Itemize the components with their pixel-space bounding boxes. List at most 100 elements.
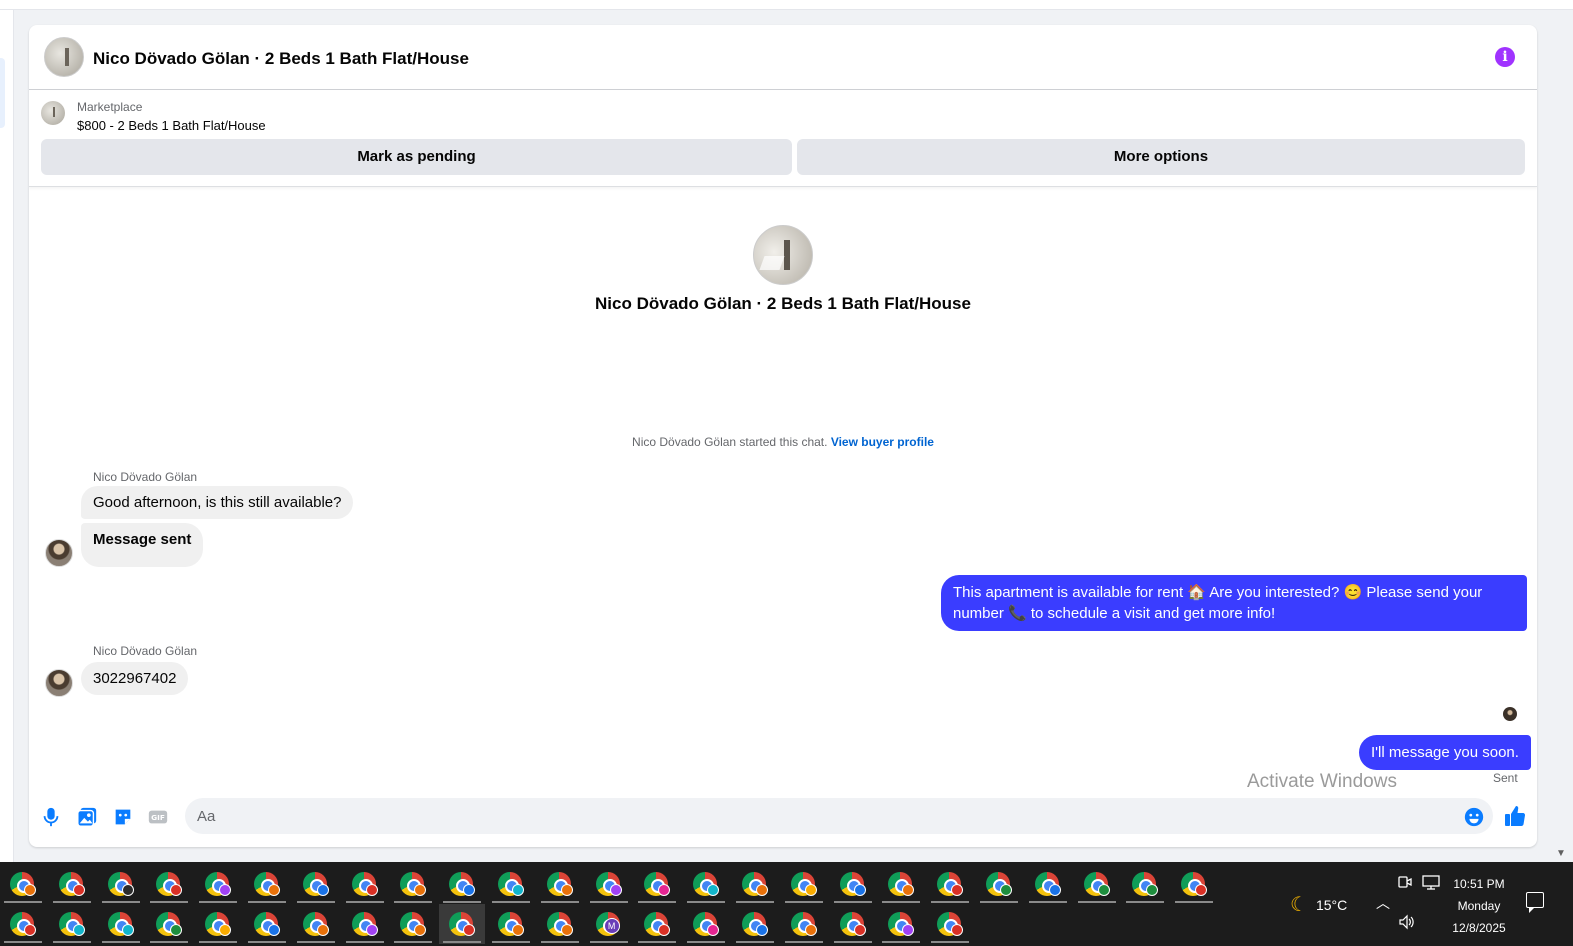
taskbar-chrome-window[interactable]: [634, 864, 680, 904]
running-indicator: [296, 901, 335, 903]
outgoing-message-bubble[interactable]: This apartment is available for rent 🏠 A…: [941, 575, 1527, 631]
incoming-message-bubble[interactable]: Good afternoon, is this still available?: [81, 486, 354, 519]
running-indicator: [882, 941, 921, 943]
taskbar-chrome-window[interactable]: [390, 904, 436, 944]
taskbar-chrome-window[interactable]: [49, 864, 95, 904]
profile-badge-icon: [853, 884, 866, 896]
taskbar-chrome-window[interactable]: [634, 904, 680, 944]
svg-text:GIF: GIF: [151, 813, 165, 822]
taskbar-chrome-window[interactable]: [98, 904, 144, 944]
taskbar-chrome-window[interactable]: [537, 904, 583, 944]
scroll-down-arrow[interactable]: ▼: [1556, 848, 1566, 859]
chat-title[interactable]: Nico Dövado Gölan · 2 Beds 1 Bath Flat/H…: [93, 49, 469, 69]
running-indicator: [443, 901, 482, 903]
running-indicator: [101, 901, 140, 903]
chevron-up-icon[interactable]: ︿: [1376, 893, 1390, 913]
listing-price-title[interactable]: $800 - 2 Beds 1 Bath Flat/House: [77, 118, 266, 133]
taskbar-chrome-window[interactable]: [683, 864, 729, 904]
taskbar-chrome-window[interactable]: [244, 864, 290, 904]
sticker-icon[interactable]: [112, 806, 134, 828]
taskbar-chrome-window[interactable]: [878, 864, 924, 904]
taskbar-chrome-window[interactable]: M: [586, 904, 632, 944]
profile-badge-icon: [72, 924, 85, 936]
info-icon[interactable]: i: [1495, 47, 1515, 67]
taskbar-chrome-window[interactable]: [732, 864, 778, 904]
taskbar-chrome-window[interactable]: [342, 904, 388, 944]
gif-icon[interactable]: GIF: [147, 806, 169, 828]
profile-badge-icon: [756, 924, 768, 936]
volume-icon[interactable]: [1398, 914, 1416, 930]
taskbar-chrome-window[interactable]: [1122, 864, 1168, 904]
running-indicator: [1175, 901, 1214, 903]
taskbar-chrome-window[interactable]: [293, 864, 339, 904]
taskbar-chrome-window[interactable]: [586, 864, 632, 904]
sender-avatar[interactable]: [45, 539, 73, 567]
taskbar-chrome-window[interactable]: [488, 904, 534, 944]
taskbar-chrome-window[interactable]: [830, 864, 876, 904]
notification-icon[interactable]: [1526, 892, 1544, 913]
taskbar-chrome-window[interactable]: [488, 864, 534, 904]
taskbar-chrome-window[interactable]: [878, 904, 924, 944]
meet-now-icon[interactable]: [1398, 874, 1412, 890]
message-input[interactable]: [185, 798, 1493, 834]
weather-widget[interactable]: ☾ 15°C: [1290, 892, 1347, 917]
taskbar-chrome-window[interactable]: [0, 864, 46, 904]
listing-thumbnail[interactable]: [41, 101, 65, 125]
profile-badge-icon: [512, 924, 524, 936]
sender-avatar[interactable]: [45, 669, 73, 697]
view-buyer-profile-link[interactable]: View buyer profile: [831, 435, 934, 449]
taskbar-chrome-window[interactable]: [293, 904, 339, 944]
taskbar-chrome-window[interactable]: [927, 864, 973, 904]
running-indicator: [394, 901, 433, 903]
profile-badge-icon: [365, 924, 378, 936]
message-sent-card[interactable]: Message sent: [81, 523, 204, 567]
more-options-button[interactable]: More options: [797, 139, 1525, 175]
taskbar-chrome-window[interactable]: [927, 904, 973, 944]
profile-badge-icon: [1097, 884, 1110, 896]
profile-badge-icon: [560, 884, 573, 896]
sidebar-active-indicator: [0, 58, 5, 128]
taskbar-chrome-window[interactable]: [1171, 864, 1217, 904]
running-indicator: [248, 901, 286, 903]
taskbar-chrome-window[interactable]: [976, 864, 1022, 904]
taskbar-chrome-window[interactable]: [781, 864, 827, 904]
intro-avatar[interactable]: [753, 225, 813, 285]
microphone-icon[interactable]: [40, 806, 62, 828]
taskbar-chrome-window[interactable]: [732, 904, 778, 944]
taskbar-chrome-window[interactable]: [537, 864, 583, 904]
emoji-icon[interactable]: [1463, 806, 1485, 828]
running-indicator: [150, 941, 189, 943]
mark-as-pending-button[interactable]: Mark as pending: [41, 139, 792, 175]
profile-badge-icon: [268, 924, 280, 936]
outgoing-message-bubble[interactable]: I'll message you soon.: [1359, 735, 1531, 770]
taskbar-chrome-window[interactable]: [49, 904, 95, 944]
profile-badge-icon: [1195, 884, 1208, 896]
taskbar-chrome-window[interactable]: [244, 904, 290, 944]
photo-icon[interactable]: [76, 806, 98, 828]
like-icon[interactable]: [1503, 804, 1527, 828]
taskbar-chrome-window[interactable]: [781, 904, 827, 944]
taskbar-chrome-window[interactable]: [1074, 864, 1120, 904]
taskbar-chrome-window[interactable]: [98, 864, 144, 904]
taskbar-chrome-window[interactable]: [439, 904, 486, 944]
running-indicator: [492, 941, 530, 943]
taskbar-chrome-window[interactable]: [830, 904, 876, 944]
taskbar-chrome-window[interactable]: [195, 904, 241, 944]
system-clock[interactable]: 10:51 PM Monday 12/8/2025: [1438, 873, 1520, 939]
taskbar-chrome-window[interactable]: [683, 904, 729, 944]
taskbar-chrome-window[interactable]: [439, 864, 485, 904]
taskbar-chrome-window[interactable]: [390, 864, 436, 904]
taskbar-chrome-window[interactable]: [146, 864, 192, 904]
running-indicator: [248, 941, 286, 943]
taskbar-chrome-window[interactable]: [1025, 864, 1071, 904]
listing-avatar[interactable]: [44, 37, 84, 77]
running-indicator: [4, 901, 42, 903]
taskbar-chrome-window[interactable]: [0, 904, 46, 944]
taskbar-chrome-window[interactable]: [195, 864, 241, 904]
running-indicator: [931, 901, 970, 903]
profile-badge-icon: [1146, 884, 1159, 896]
clock-date: 12/8/2025: [1452, 921, 1506, 935]
incoming-message-bubble[interactable]: 3022967402: [81, 662, 189, 695]
taskbar-chrome-window[interactable]: [342, 864, 388, 904]
taskbar-chrome-window[interactable]: [146, 904, 192, 944]
